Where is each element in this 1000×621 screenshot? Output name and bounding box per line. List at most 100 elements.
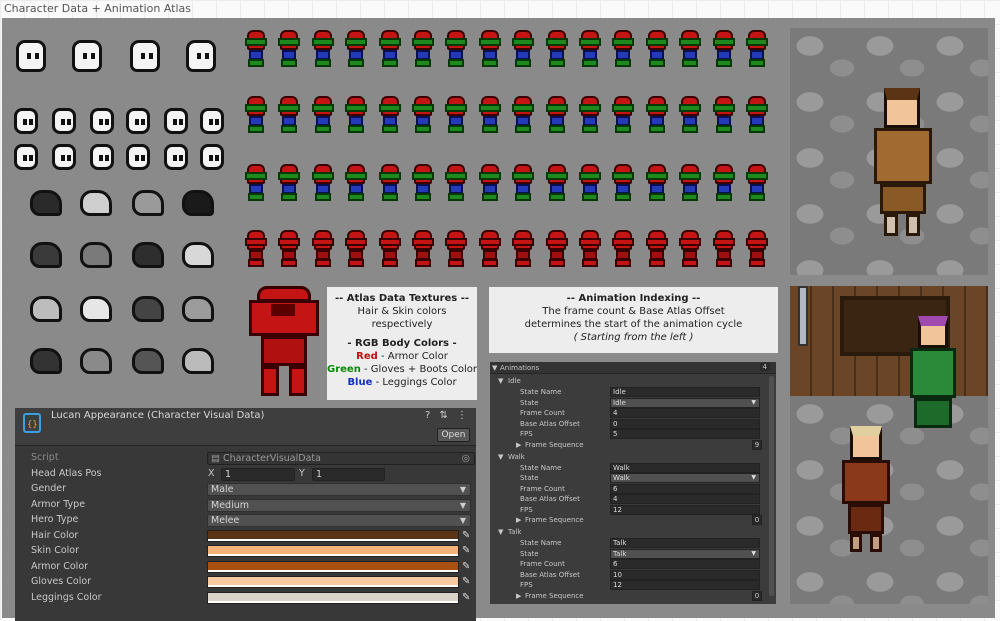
scrollbar[interactable] [769, 376, 774, 596]
anim-item-header[interactable]: ▼ Walk [490, 452, 776, 462]
armor-frame-sprite [679, 230, 702, 268]
eyedropper-icon[interactable]: ✎ [462, 576, 470, 587]
anim-field-value[interactable]: Idle [610, 387, 760, 397]
anim-field-value[interactable]: 0 [610, 418, 760, 429]
script-label: Script [31, 452, 59, 463]
blonde-character-sprite [842, 426, 892, 556]
armor-frame-sprite [512, 230, 535, 268]
open-button[interactable]: Open [437, 428, 470, 442]
armor-frame-sprite [345, 96, 368, 134]
armor-frame-sprite [679, 96, 702, 134]
animations-title: Animations [500, 364, 540, 372]
armor-color-swatch[interactable] [207, 561, 459, 573]
anim-field-value[interactable]: 4 [610, 494, 760, 504]
head-atlas-y-field[interactable]: 1 [312, 468, 385, 481]
anim-field-value[interactable]: 4 [610, 408, 760, 418]
head-sprite [186, 40, 216, 72]
eyedropper-icon[interactable]: ✎ [462, 592, 470, 603]
anim-field-text: Walk [613, 463, 630, 472]
leggings-color-swatch[interactable] [207, 592, 459, 604]
animations-header[interactable]: ▼ Animations 4 [490, 362, 776, 374]
armor-color-label: Armor Color [31, 561, 89, 572]
anim-field-text: Talk [613, 539, 627, 547]
object-picker-icon[interactable]: ◎ [462, 453, 470, 464]
hero-type-value: Melee [211, 515, 240, 526]
armor-frame-sprite [579, 96, 601, 134]
armor-frame-sprite [512, 96, 535, 134]
chevron-down-icon: ▼ [751, 474, 756, 481]
hair-sprite [182, 242, 214, 268]
anim-field-row: Frame Count 4 [490, 408, 776, 418]
atlas-info-subtitle: Hair & Skin colors respectively [357, 306, 447, 330]
anim-field-value[interactable]: 6 [610, 483, 760, 494]
rgb-header: - RGB Body Colors - [347, 338, 457, 349]
head-sprite-small [126, 108, 150, 134]
eyedropper-icon[interactable]: ✎ [462, 530, 470, 541]
hair-sprite [182, 296, 214, 322]
frame-sequence-count[interactable]: 9 [752, 439, 762, 450]
anim-field-label: Base Atlas Offset [520, 495, 580, 503]
anim-field-text: 6 [613, 484, 618, 493]
eyedropper-icon[interactable]: ✎ [462, 545, 470, 556]
foldout-arrow-icon: ▼ [498, 452, 504, 461]
anim-field-row: FPS 12 [490, 504, 776, 515]
script-field[interactable]: ▤ CharacterVisualData ◎ [207, 452, 475, 465]
anim-field-value[interactable]: 6 [610, 559, 760, 569]
anim-field-label: Frame Count [520, 560, 565, 568]
gloves-color-swatch[interactable] [207, 576, 459, 588]
head-atlas-x-field[interactable]: 1 [221, 468, 295, 481]
skin-color-swatch[interactable] [207, 545, 459, 557]
inspector-tools-icons[interactable]: ? ⇅ ⋮ [425, 410, 470, 421]
hair-sprite [132, 348, 164, 374]
hair-color-swatch[interactable] [207, 530, 459, 542]
anim-field-value[interactable]: 10 [610, 569, 760, 580]
armor-frame-sprite [679, 30, 702, 68]
anim-item-header[interactable]: ▼ Talk [490, 527, 776, 537]
armor-frame-sprite [311, 164, 334, 202]
gender-dropdown[interactable]: Male ▼ [207, 483, 471, 496]
chevron-down-icon: ▼ [751, 398, 756, 406]
head-sprite-small [90, 108, 114, 134]
anim-field-value[interactable]: Walk ▼ [610, 473, 760, 483]
armor-frame-sprite [278, 230, 301, 268]
anim-field-value[interactable]: Talk [610, 538, 760, 548]
anim-field-text: Idle [613, 388, 626, 396]
anim-info-line2: determines the start of the animation cy… [524, 319, 743, 330]
anim-info-line3: ( Starting from the left ) [573, 332, 694, 343]
scene-preview-top [790, 28, 988, 275]
anim-field-value[interactable]: 12 [610, 580, 760, 590]
anim-field-row: State Talk ▼ [490, 548, 776, 559]
frame-sequence-row[interactable]: ▶ Frame Sequence 0 [490, 515, 776, 525]
foldout-arrow-icon: ▼ [498, 377, 504, 385]
anim-item-header[interactable]: ▼ Idle [490, 376, 776, 386]
head-atlas-row: Head Atlas Pos X 1 Y 1 [15, 467, 476, 482]
armor-frame-sprite [245, 96, 267, 134]
anim-item-name: Walk [508, 452, 525, 461]
armor-frame-sprite [512, 164, 535, 202]
anim-field-value[interactable]: 5 [610, 429, 760, 439]
anim-field-value[interactable]: 12 [610, 504, 760, 515]
armor-type-dropdown[interactable]: Medium ▼ [207, 499, 471, 512]
anim-field-value[interactable]: Walk [610, 462, 760, 473]
frame-sequence-count[interactable]: 0 [752, 590, 762, 601]
frame-sequence-count[interactable]: 0 [752, 515, 762, 525]
anim-field-value[interactable]: Idle ▼ [610, 397, 760, 408]
anim-field-row: Frame Count 6 [490, 483, 776, 494]
armor-frame-sprite [545, 164, 568, 202]
page-title: Character Data + Animation Atlas [4, 2, 192, 15]
hero-type-dropdown[interactable]: Melee ▼ [207, 514, 471, 527]
foldout-arrow-icon: ▶ [516, 591, 522, 600]
frame-sequence-row[interactable]: ▶ Frame Sequence 9 [490, 439, 776, 450]
foldout-arrow-icon: ▼ [498, 528, 504, 536]
animations-count[interactable]: 4 [759, 363, 770, 371]
anim-field-label: State Name [520, 388, 562, 396]
hair-color-row: Hair Color ✎ [15, 529, 476, 544]
gloves-color-label: Gloves Color [31, 576, 92, 587]
red-desc: - Armor Color [377, 351, 448, 362]
armor-frame-sprite [645, 96, 668, 134]
anim-field-text: 6 [613, 560, 618, 568]
leggings-color-label: Leggings Color [31, 592, 102, 603]
anim-field-value[interactable]: Talk ▼ [610, 548, 760, 559]
frame-sequence-row[interactable]: ▶ Frame Sequence 0 [490, 590, 776, 601]
eyedropper-icon[interactable]: ✎ [462, 561, 470, 572]
